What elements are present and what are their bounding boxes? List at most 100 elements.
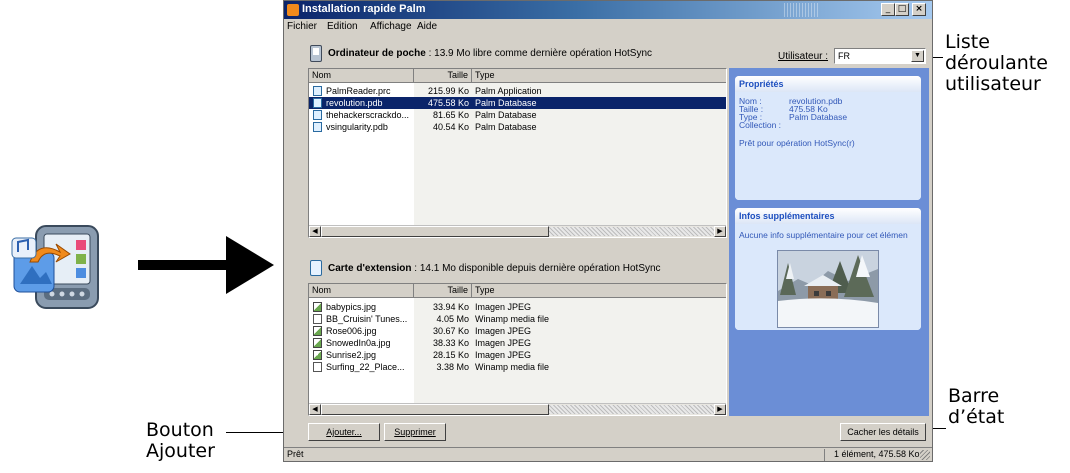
image-file-icon — [313, 338, 322, 348]
table-row[interactable]: revolution.pdb 475.58 Ko Palm Database — [309, 97, 726, 109]
file-name: vsingularity.pdb — [326, 122, 388, 132]
table-row[interactable]: thehackerscrackdo... 81.65 Ko Palm Datab… — [309, 109, 726, 121]
status-bar: Prêt 1 élément, 475.58 Ko — [284, 447, 932, 461]
callout-add-button: Bouton Ajouter — [146, 420, 215, 462]
file-name: thehackerscrackdo... — [326, 110, 410, 120]
card-label: Carte d'extension — [328, 263, 412, 274]
minimize-icon[interactable]: _ — [881, 3, 895, 16]
file-size: 28.15 Ko — [432, 350, 469, 360]
file-type: Winamp media file — [475, 314, 550, 324]
file-name: babypics.jpg — [326, 302, 377, 312]
title-bar[interactable]: Installation rapide Palm _ □ × — [284, 1, 932, 19]
hotsync-status: Prêt pour opération HotSync(r) — [739, 138, 855, 148]
callout-status-bar: Barre d’état — [948, 386, 1004, 428]
scrollbar-track[interactable] — [549, 227, 714, 236]
table-row[interactable]: Surfing_22_Place... 3.38 Mo Winamp media… — [309, 361, 726, 373]
chevron-down-icon[interactable]: ▼ — [911, 50, 924, 62]
properties-card: Propriétés Nom : revolution.pdb Taille :… — [735, 76, 921, 200]
menu-fichier[interactable]: Fichier — [287, 21, 317, 32]
file-size: 33.94 Ko — [432, 302, 469, 312]
palm-file-icon — [313, 122, 322, 132]
column-header-size[interactable]: Taille — [414, 284, 472, 298]
column-header-type[interactable]: Type — [472, 69, 726, 83]
arrow-right-icon — [138, 236, 274, 294]
window-title: Installation rapide Palm — [302, 3, 426, 15]
column-header-name[interactable]: Nom — [309, 69, 414, 83]
file-size: 215.99 Ko — [427, 86, 469, 96]
image-file-icon — [313, 350, 322, 360]
callout-line: Bouton — [146, 419, 214, 441]
file-name: BB_Cruisin' Tunes... — [326, 314, 408, 324]
status-selection: 1 élément, 475.58 Ko — [834, 449, 920, 459]
extra-info-card: Infos supplémentaires Aucune info supplé… — [735, 208, 921, 330]
file-type: Imagen JPEG — [475, 326, 532, 336]
callout-line: utilisateur — [945, 73, 1041, 95]
handheld-header: Ordinateur de poche : 13.9 Mo libre comm… — [328, 48, 652, 59]
add-button[interactable]: Ajouter... — [308, 423, 380, 441]
table-row[interactable]: SnowedIn0a.jpg 38.33 Ko Imagen JPEG — [309, 337, 726, 349]
scroll-left-icon[interactable]: ◀ — [309, 404, 321, 415]
table-row[interactable]: vsingularity.pdb 40.54 Ko Palm Database — [309, 121, 726, 133]
menu-affichage[interactable]: Affichage — [370, 21, 412, 32]
file-name: PalmReader.prc — [326, 86, 391, 96]
scroll-right-icon[interactable]: ▶ — [714, 404, 726, 415]
details-panel: Propriétés Nom : revolution.pdb Taille :… — [729, 68, 929, 416]
scrollbar-thumb[interactable] — [321, 404, 549, 415]
scrollbar-track[interactable] — [549, 405, 714, 414]
scrollbar-thumb[interactable] — [321, 226, 549, 237]
palm-app-icon — [287, 4, 299, 16]
close-icon[interactable]: × — [912, 3, 926, 16]
file-size: 475.58 Ko — [427, 98, 469, 108]
file-size: 3.38 Mo — [436, 362, 469, 372]
expansion-card-icon — [310, 260, 322, 276]
user-label: Utilisateur : — [778, 51, 829, 62]
maximize-icon[interactable]: □ — [895, 3, 909, 16]
prop-value: Palm Database — [789, 112, 848, 122]
scroll-left-icon[interactable]: ◀ — [309, 226, 321, 237]
file-name: Sunrise2.jpg — [326, 350, 377, 360]
scroll-right-icon[interactable]: ▶ — [714, 226, 726, 237]
horizontal-scrollbar[interactable]: ◀ ▶ — [309, 403, 726, 415]
table-row[interactable]: babypics.jpg 33.94 Ko Imagen JPEG — [309, 301, 726, 313]
callout-line: déroulante — [945, 52, 1048, 74]
preview-image — [777, 250, 879, 328]
file-type: Imagen JPEG — [475, 338, 532, 348]
resize-grip-icon[interactable] — [920, 450, 930, 460]
remove-button[interactable]: Supprimer — [384, 423, 446, 441]
properties-body: Nom : revolution.pdb Taille : 475.58 Ko … — [735, 92, 921, 200]
card-file-list[interactable]: Nom Taille Type babypics.jpg 33.94 Ko Im… — [308, 283, 727, 416]
column-header-type[interactable]: Type — [472, 284, 726, 298]
table-row[interactable]: PalmReader.prc 215.99 Ko Palm Applicatio… — [309, 85, 726, 97]
palm-file-icon — [313, 98, 322, 108]
image-file-icon — [313, 326, 322, 336]
prop-label: Collection : — [739, 120, 782, 130]
menu-edition[interactable]: Edition — [327, 21, 358, 32]
audio-file-icon — [313, 314, 322, 324]
table-row[interactable]: Rose006.jpg 30.67 Ko Imagen JPEG — [309, 325, 726, 337]
app-icon — [10, 222, 106, 312]
handheld-label: Ordinateur de poche — [328, 48, 426, 59]
menu-aide[interactable]: Aide — [417, 21, 437, 32]
callout-user-list: Liste déroulante utilisateur — [945, 32, 1048, 95]
horizontal-scrollbar[interactable]: ◀ ▶ — [309, 225, 726, 237]
file-name: SnowedIn0a.jpg — [326, 338, 391, 348]
user-dropdown[interactable]: FR ▼ — [834, 48, 926, 64]
file-size: 40.54 Ko — [432, 122, 469, 132]
status-divider — [824, 449, 825, 461]
file-type: Imagen JPEG — [475, 350, 532, 360]
hide-details-button[interactable]: Cacher les détails — [840, 423, 926, 441]
image-file-icon — [313, 302, 322, 312]
table-row[interactable]: BB_Cruisin' Tunes... 4.05 Mo Winamp medi… — [309, 313, 726, 325]
file-name: Surfing_22_Place... — [326, 362, 405, 372]
file-size: 38.33 Ko — [432, 338, 469, 348]
handheld-icon — [310, 45, 322, 62]
extra-info-body: Aucune info supplémentaire pour cet élém… — [735, 224, 921, 330]
column-header-name[interactable]: Nom — [309, 284, 414, 298]
column-header-size[interactable]: Taille — [414, 69, 472, 83]
callout-line: Barre — [948, 385, 1000, 407]
table-row[interactable]: Sunrise2.jpg 28.15 Ko Imagen JPEG — [309, 349, 726, 361]
handheld-info: : 13.9 Mo libre comme dernière opération… — [425, 48, 653, 59]
handheld-file-list[interactable]: Nom Taille Type PalmReader.prc 215.99 Ko… — [308, 68, 727, 238]
menu-bar: Fichier Edition Affichage Aide — [284, 19, 932, 35]
file-type: Palm Database — [475, 122, 537, 132]
